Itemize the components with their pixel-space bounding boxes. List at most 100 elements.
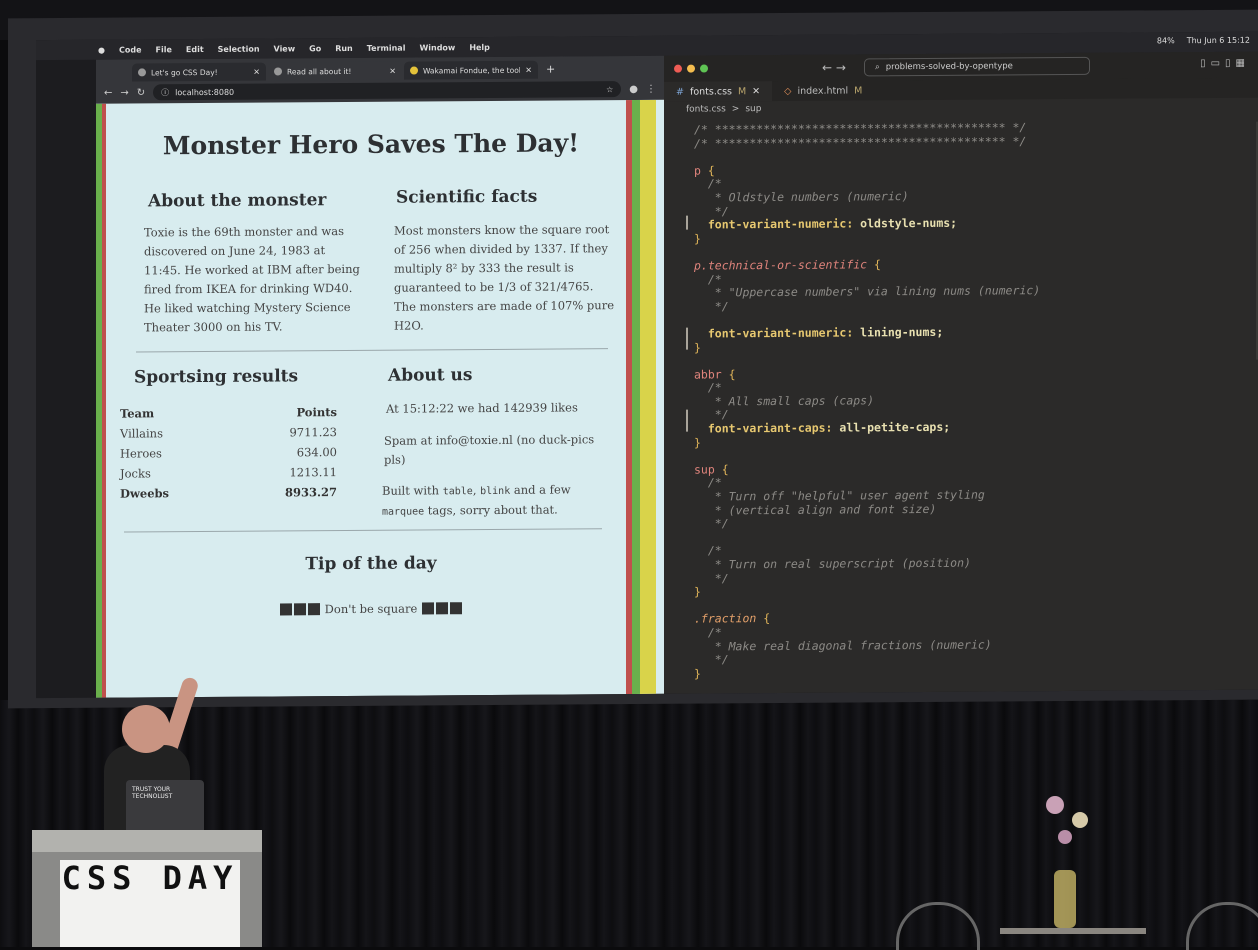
browser-tab-1[interactable]: Let's go CSS Day! ✕ xyxy=(132,62,266,82)
profile-icon[interactable]: ● xyxy=(629,83,638,94)
close-window-icon[interactable] xyxy=(674,64,682,73)
code-blink: blink xyxy=(480,485,511,498)
menu-help[interactable]: Help xyxy=(469,42,490,51)
flower-vase xyxy=(1054,870,1076,928)
close-tab-icon[interactable]: ✕ xyxy=(253,67,260,76)
page-title: Monster Hero Saves The Day! xyxy=(162,128,580,161)
minimize-window-icon[interactable] xyxy=(687,64,695,73)
left-border-red xyxy=(102,103,106,698)
desktop-screen: ● Code File Edit Selection View Go Run T… xyxy=(36,31,1258,699)
reload-icon[interactable]: ↻ xyxy=(137,87,145,98)
new-tab-icon[interactable]: + xyxy=(546,63,555,76)
code-area[interactable]: /* *************************************… xyxy=(694,120,1254,681)
flower xyxy=(1058,830,1072,844)
css-selector: .fraction xyxy=(694,611,757,626)
team-name: Heroes xyxy=(120,446,162,461)
nav-arrows-icon[interactable]: ← → xyxy=(822,61,846,75)
square-icon xyxy=(280,603,293,616)
built-mid: and a few xyxy=(510,482,571,497)
menu-window[interactable]: Window xyxy=(419,43,455,52)
menu-terminal[interactable]: Terminal xyxy=(367,43,406,52)
brace: { xyxy=(714,462,729,477)
site-info-icon[interactable]: ⓘ xyxy=(161,87,169,98)
menu-view[interactable]: View xyxy=(274,44,296,53)
menu-selection[interactable]: Selection xyxy=(218,44,260,53)
menu-edit[interactable]: Edit xyxy=(186,44,204,53)
breadcrumb-symbol[interactable]: sup xyxy=(745,104,761,114)
brace: { xyxy=(867,257,881,272)
html-file-icon: ◇ xyxy=(784,85,792,97)
right-border-yellow xyxy=(640,99,656,694)
tab-title: Let's go CSS Day! xyxy=(151,67,218,77)
editor-tab-index-html[interactable]: ◇ index.html M xyxy=(772,80,874,101)
close-tab-icon[interactable]: ✕ xyxy=(389,66,396,75)
team-points: 8933.27 xyxy=(284,485,337,500)
browser-tab-2[interactable]: Read all about it! ✕ xyxy=(268,61,402,81)
breadcrumb-file[interactable]: fonts.css xyxy=(686,104,726,114)
table-row: Jocks 1213.11 xyxy=(116,462,341,484)
divider xyxy=(136,348,608,353)
layout-toggle-icons[interactable]: ▯▭▯▦ xyxy=(1200,58,1250,69)
forward-icon[interactable]: → xyxy=(120,87,128,98)
team-name: Dweebs xyxy=(120,486,170,501)
css-selector: sup xyxy=(694,462,715,477)
css-selector: abbr xyxy=(694,367,722,382)
battery-level[interactable]: 84% xyxy=(1157,36,1175,45)
css-file-icon: # xyxy=(676,86,684,98)
laptop-sticker: TRUST YOUR TECHNOLUST xyxy=(132,786,173,800)
editor-tab-fonts-css[interactable]: # fonts.css M ✕ xyxy=(664,81,773,102)
clock[interactable]: Thu Jun 6 15:12 xyxy=(1187,36,1250,45)
sports-table: Team Points Villains 9711.23 Heroes 634.… xyxy=(116,402,341,504)
sports-heading: Sportsing results xyxy=(134,366,299,388)
square-icon xyxy=(421,602,434,615)
browser-tab-3[interactable]: Wakamai Fondue, the tool th ✕ xyxy=(404,60,538,80)
spam-text: Spam at info@toxie.nl (no duck-pics pls) xyxy=(384,432,595,467)
menu-run[interactable]: Run xyxy=(335,43,353,52)
square-icon xyxy=(435,602,448,615)
zoom-window-icon[interactable] xyxy=(700,64,708,73)
code-marquee: marquee xyxy=(382,506,425,518)
brace: { xyxy=(721,366,736,382)
css-selector: p xyxy=(694,163,701,178)
apple-icon[interactable]: ● xyxy=(98,45,105,54)
css-property: font-variant-numeric: xyxy=(694,216,854,232)
url-text: localhost:8080 xyxy=(175,87,235,97)
tab-filename: index.html xyxy=(797,84,849,97)
address-bar[interactable]: ⓘ localhost:8080 ☆ xyxy=(153,81,622,101)
close-tab-icon[interactable]: ✕ xyxy=(752,86,760,97)
flower xyxy=(1046,796,1064,814)
css-property: font-variant-numeric: xyxy=(694,325,854,341)
brace: { xyxy=(756,611,771,626)
bookmark-star-icon[interactable]: ☆ xyxy=(606,85,613,94)
tab-title: Read all about it! xyxy=(287,66,352,76)
search-icon: ⌕ xyxy=(875,62,880,73)
laptop: TRUST YOUR TECHNOLUST xyxy=(126,780,204,834)
table-header-row: Team Points xyxy=(116,402,341,424)
flower xyxy=(1072,812,1088,828)
css-selector: p.technical-or-scientific xyxy=(694,257,868,273)
built-prefix: Built with xyxy=(382,483,443,498)
close-tab-icon[interactable]: ✕ xyxy=(525,65,532,74)
right-border-green xyxy=(632,99,640,695)
scientific-facts-heading: Scientific facts xyxy=(396,186,538,208)
menu-app[interactable]: Code xyxy=(119,45,142,54)
modified-badge: M xyxy=(854,84,863,96)
change-marker xyxy=(686,215,688,230)
speaker-head xyxy=(122,705,170,753)
back-icon[interactable]: ← xyxy=(104,87,112,98)
menu-go[interactable]: Go xyxy=(309,44,321,53)
tab-title: Wakamai Fondue, the tool th xyxy=(423,65,521,75)
kebab-menu-icon[interactable]: ⋮ xyxy=(646,83,656,94)
menu-file[interactable]: File xyxy=(156,45,172,54)
tip-message: Don't be square xyxy=(324,601,418,617)
editor-titlebar: ← → ⌕ problems-solved-by-opentype ▯▭▯▦ xyxy=(664,51,1258,82)
css-value: all-petite-caps; xyxy=(832,419,951,435)
command-center-search[interactable]: ⌕ problems-solved-by-opentype xyxy=(864,56,1090,77)
team-name: Jocks xyxy=(120,466,151,481)
globe-icon xyxy=(138,68,146,77)
square-icon xyxy=(294,603,307,616)
code-editor-window: ← → ⌕ problems-solved-by-opentype ▯▭▯▦ #… xyxy=(664,51,1258,694)
css-value: lining-nums; xyxy=(853,324,944,340)
square-icon xyxy=(308,603,321,616)
built-suffix: tags, sorry about that. xyxy=(424,502,558,518)
